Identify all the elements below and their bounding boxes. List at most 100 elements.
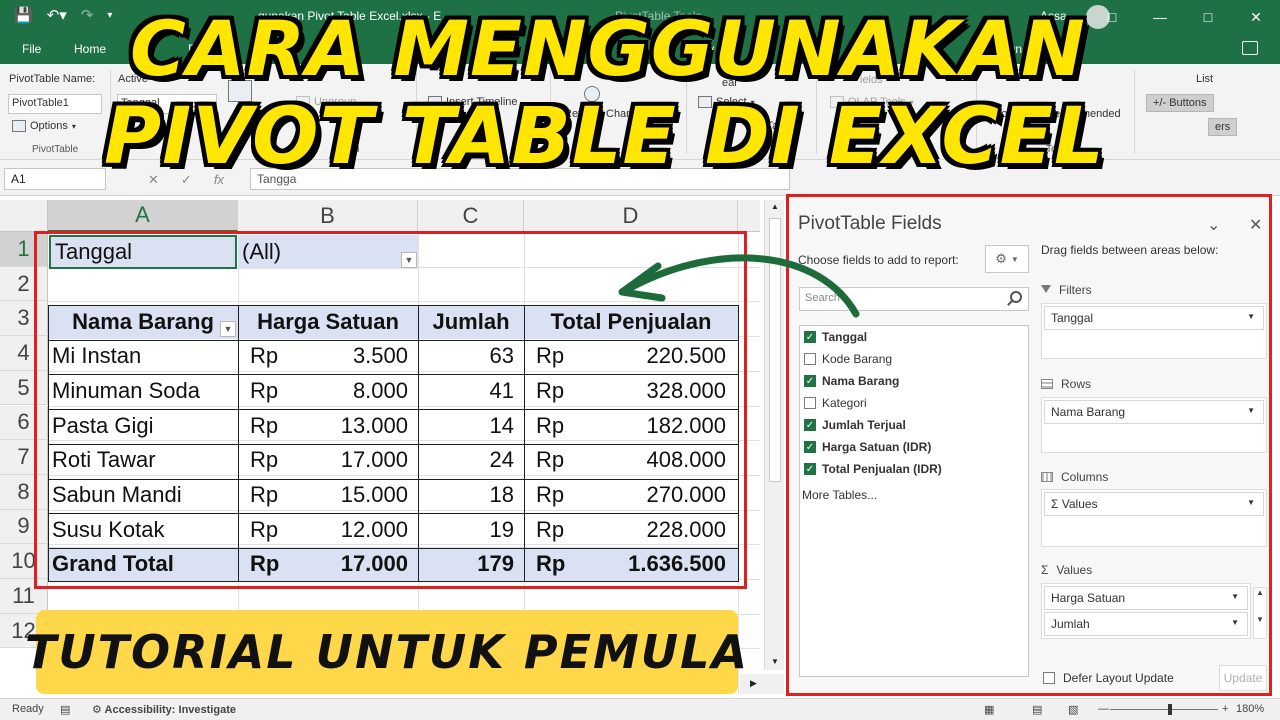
accessibility-status[interactable]: ⚙ Accessibility: Investigate [92,703,236,716]
field-item-label: Jumlah Terjual [822,418,906,432]
rows-item-label: Nama Barang [1051,405,1126,419]
filters-item-tanggal[interactable]: Tanggal ▼ [1044,306,1264,330]
columns-area[interactable]: Σ Values ▼ [1041,489,1267,547]
values-label: Values [1056,563,1093,577]
filters-area[interactable]: Tanggal ▼ [1041,303,1267,359]
buttons-toggle[interactable]: +/- Buttons [1146,94,1214,112]
values-item-label: Jumlah [1051,617,1090,631]
checkbox-icon[interactable]: ✓ [804,463,816,475]
field-item[interactable]: ✓ Tanggal [804,330,867,344]
checkbox-icon[interactable]: ✓ [804,331,816,343]
close-icon[interactable]: ✕ [1232,0,1280,34]
zoom-in-icon[interactable]: + [1222,703,1228,715]
field-item[interactable]: ✓ Total Penjualan (IDR) [804,462,942,476]
field-list-label[interactable]: List [1196,73,1213,85]
field-item[interactable]: Kategori [804,396,867,410]
save-icon[interactable]: 💾 [14,6,33,24]
minimize-icon[interactable]: — [1136,0,1184,34]
checkbox-icon[interactable] [1043,672,1055,684]
sigma-icon: Σ [1041,563,1049,577]
field-item[interactable]: ✓ Nama Barang [804,374,899,388]
chevron-down-icon[interactable]: ▼ [1247,498,1255,507]
checkbox-icon[interactable]: ✓ [804,441,816,453]
checkbox-icon[interactable]: ✓ [804,375,816,387]
values-item-harga-satuan[interactable]: Harga Satuan ▼ [1044,586,1248,610]
zoom-level[interactable]: 180% [1236,703,1264,715]
scroll-up-icon[interactable]: ▲ [771,202,779,211]
ribbon-display-icon[interactable]: □ [1088,0,1136,34]
status-ready: Ready [12,703,44,715]
column-header-a[interactable]: A [48,200,238,232]
field-item-label: Kode Barang [822,352,893,366]
field-item[interactable]: ✓ Harga Satuan (IDR) [804,440,931,454]
checkbox-icon[interactable] [804,397,816,409]
select-all-corner[interactable] [0,200,48,232]
drag-fields-label: Drag fields between areas below: [1041,243,1219,257]
column-header-e[interactable] [738,200,760,232]
tools-gear-button[interactable]: ⚙ ▼ [985,245,1029,273]
maximize-icon[interactable]: □ [1184,0,1232,34]
rows-area[interactable]: Nama Barang ▼ [1041,397,1267,453]
rows-icon [1041,379,1053,389]
chevron-down-icon[interactable]: ▼ [1231,618,1239,627]
tab-file[interactable]: File [22,42,41,56]
rows-area-header: Rows [1041,377,1091,391]
chevron-down-icon[interactable]: ▼ [1247,312,1255,321]
values-item-label: Harga Satuan [1051,591,1126,605]
chevron-down-icon[interactable]: ▼ [1231,592,1239,601]
name-box[interactable]: A1 [4,168,106,190]
more-tables-link[interactable]: More Tables... [802,488,877,502]
rows-item-nama-barang[interactable]: Nama Barang ▼ [1044,400,1264,424]
zoom-out-icon[interactable]: — [1098,703,1109,715]
field-list: ✓ Tanggal Kode Barang ✓ Nama Barang Kategori ✓… [799,325,1029,677]
defer-layout-label: Defer Layout Update [1063,671,1174,685]
field-item[interactable]: Kode Barang [804,352,892,366]
checkbox-icon[interactable] [804,353,816,365]
filters-area-header: Filters [1041,283,1092,297]
field-item-label: Harga Satuan (IDR) [822,440,932,454]
zoom-slider-thumb[interactable] [1168,704,1172,715]
tab-home[interactable]: Home [74,42,106,56]
checkbox-icon[interactable]: ✓ [804,419,816,431]
values-item-jumlah[interactable]: Jumlah ▼ [1044,612,1248,636]
scroll-right-icon[interactable]: ▶ [750,678,757,689]
overlay-title-line2: PIVOT TABLE DI EXCEL [104,92,1105,182]
page-break-view-icon[interactable]: ▧ [1068,703,1078,716]
scroll-down-icon[interactable]: ▼ [771,657,779,666]
redo-icon[interactable]: ↷ [81,6,94,24]
chevron-down-icon[interactable]: ▼ [1247,406,1255,415]
column-header-c[interactable]: C [418,200,524,232]
pane-options-chevron-icon[interactable]: ⌄ [1207,215,1220,235]
ribbon-separator [1134,70,1135,154]
customize-qat-icon[interactable]: ▾ [107,10,112,21]
values-area[interactable]: Harga Satuan ▼ Jumlah ▼ [1041,583,1251,639]
search-icon[interactable] [1010,291,1022,303]
columns-area-header: Columns [1041,470,1108,484]
field-item[interactable]: ✓ Jumlah Terjual [804,418,906,432]
pane-close-icon[interactable]: ✕ [1249,215,1262,235]
filters-item-label: Tanggal [1051,311,1094,325]
columns-label: Columns [1061,470,1109,484]
update-button[interactable]: Update [1219,665,1267,691]
pivottable-name-input[interactable]: PivotTable1 [8,94,102,114]
field-headers-toggle[interactable]: ers [1208,118,1238,136]
macro-record-icon[interactable]: ▤ [60,703,70,716]
filter-icon [1041,285,1051,295]
accessibility-icon: ⚙ [92,704,102,716]
undo-icon[interactable]: ↶▾ [47,6,67,24]
defer-layout-checkbox[interactable]: Defer Layout Update [1043,671,1174,685]
zoom-slider[interactable] [1110,709,1218,710]
gear-icon: ⚙ [995,251,1007,266]
page-layout-view-icon[interactable]: ▤ [1032,703,1042,716]
options-icon [12,120,26,132]
normal-view-icon[interactable]: ▦ [984,703,994,716]
options-button[interactable]: Options ▾ [12,120,76,132]
window-controls: □ — □ ✕ [1088,0,1280,34]
values-scrollbar[interactable]: ▲ ▼ [1253,587,1267,639]
field-item-label: Tanggal [822,330,868,344]
columns-item-values[interactable]: Σ Values ▼ [1044,492,1264,516]
column-header-d[interactable]: D [524,200,738,232]
quick-access-toolbar: 💾 ↶▾ ↷ ▾ [14,6,112,24]
column-header-b[interactable]: B [238,200,418,232]
comments-icon[interactable] [1242,41,1258,55]
